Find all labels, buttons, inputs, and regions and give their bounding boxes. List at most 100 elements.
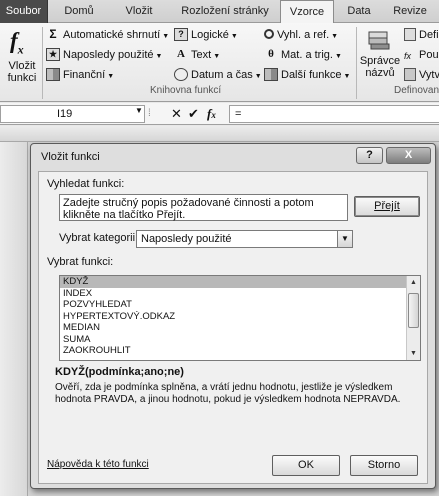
ribbon-separator [42,27,43,99]
function-label: Vybrat funkci: [47,256,114,268]
create-from-selection-label: Vytv [419,69,439,81]
fx-small-icon: fx [404,50,412,61]
text-button[interactable]: A Text ▼ [174,47,220,64]
define-name-label: Defi [419,29,439,41]
search-input[interactable]: Zadejte stručný popis požadované činnost… [59,194,348,221]
name-box-dropdown-icon[interactable]: ▼ [135,106,143,115]
financial-button[interactable]: Finanční ▼ [46,67,114,84]
row-header [0,142,28,496]
use-in-formula-button[interactable]: fx Pou [404,47,439,64]
column-header [0,126,439,142]
scroll-thumb[interactable] [408,293,419,328]
group-caption-defined: Definovan [394,85,439,96]
list-item[interactable]: HYPERTEXTOVÝ.ODKAZ [60,311,406,323]
date-time-button[interactable]: Datum a čas ▼ [174,67,262,84]
financial-book-icon [46,67,60,81]
lookup-reference-button[interactable]: Vyhl. a ref. ▼ [264,27,338,44]
ok-button[interactable]: OK [272,455,340,476]
tab-home[interactable]: Domů [52,0,106,23]
tab-formulas[interactable]: Vzorce [280,0,334,24]
question-book-icon: ? [174,27,188,41]
define-name-button[interactable]: Defi [404,27,439,44]
insert-function-label-1: Vložit [8,60,36,72]
financial-label: Finanční [63,69,106,81]
chevron-down-icon: ▼ [230,33,238,40]
chevron-down-icon: ▼ [254,73,262,80]
autosum-label: Automatické shrnutí [63,29,161,41]
name-manager-label-1: Správce [359,55,401,67]
insert-function-button[interactable]: Vložit funkci [4,60,40,84]
list-item[interactable]: INDEX [60,288,406,300]
list-item[interactable]: SUMA [60,334,406,346]
dialog-body: Vyhledat funkci: Zadejte stručný popis p… [38,171,428,484]
group-caption-library: Knihovna funkcí [150,85,222,96]
sigma-icon: Σ [49,26,57,41]
autosum-button[interactable]: Σ Automatické shrnutí ▼ [46,27,169,44]
list-item[interactable]: POZVYHLEDAT [60,299,406,311]
category-label: Vybrat kategorii: [59,232,139,244]
search-label: Vyhledat funkci: [47,178,125,190]
cancel-button[interactable]: Storno [350,455,418,476]
insert-function-small-icon[interactable]: fx [207,105,216,124]
magnifier-icon [264,29,274,40]
recently-used-label: Naposledy použité [63,49,154,61]
more-functions-icon [264,67,278,81]
function-list[interactable]: KDYŽ INDEX POZVYHLEDAT HYPERTEXTOVÝ.ODKA… [59,275,421,361]
chevron-down-icon: ▼ [162,33,170,40]
name-manager-label-2: názvů [365,67,395,79]
math-trig-button[interactable]: θ Mat. a trig. ▼ [264,47,342,64]
formula-input[interactable]: = [229,105,439,123]
ribbon-tab-bar: Soubor Domů Vložit Rozložení stránky Vzo… [0,0,439,24]
chevron-down-icon: ▼ [343,73,351,80]
list-item[interactable]: MEDIAN [60,322,406,334]
category-value: Naposledy použité [141,233,232,245]
chevron-down-icon: ▼ [107,73,115,80]
insert-function-icon[interactable]: fx [10,29,36,61]
list-item[interactable]: KDYŽ [60,276,406,288]
grid-icon [404,67,416,81]
tab-data[interactable]: Data [336,0,382,23]
ribbon-separator [356,27,357,99]
insert-function-label-2: funkci [7,72,37,84]
chevron-down-icon: ▼ [155,53,163,60]
name-box[interactable]: I19 [0,105,145,123]
math-trig-label: Mat. a trig. [281,49,333,61]
function-syntax: KDYŽ(podmínka;ano;ne) [55,366,184,378]
tab-page-layout[interactable]: Rozložení stránky [172,0,278,23]
create-from-selection-button[interactable]: Vytv [404,67,439,84]
scroll-up-icon[interactable]: ▲ [407,276,420,289]
tab-file[interactable]: Soubor [0,0,48,23]
list-item[interactable]: ZAOKROUHLIT [60,345,406,357]
cancel-entry-icon[interactable]: ✕ [171,105,182,122]
tab-insert[interactable]: Vložit [108,0,170,23]
tab-review[interactable]: Revize [384,0,436,23]
scroll-down-icon[interactable]: ▼ [407,347,420,360]
function-description: Ověří, zda je podmínka splněna, a vrátí … [55,382,401,405]
tag-icon [404,27,416,41]
text-label: Text [191,49,212,61]
recently-used-button[interactable]: ★ Naposledy použité ▼ [46,47,162,64]
formula-bar-grip-icon: ⁞ [148,108,151,119]
text-a-icon: A [177,47,185,60]
more-functions-button[interactable]: Další funkce ▼ [264,67,350,84]
chevron-down-icon[interactable]: ▼ [337,231,352,247]
go-button[interactable]: Přejít [354,196,420,217]
formula-bar: I19 = [0,103,439,125]
lookup-reference-label: Vyhl. a ref. [277,29,330,41]
category-select[interactable]: Naposledy použité ▼ [136,230,353,248]
confirm-entry-icon[interactable]: ✔ [188,105,199,122]
go-button-label: Přejít [374,200,400,212]
chevron-down-icon: ▼ [213,53,221,60]
dialog-title: Vložit funkci [41,151,100,163]
list-scrollbar[interactable]: ▲ ▼ [406,276,420,360]
star-book-icon: ★ [46,47,60,61]
name-manager-button[interactable]: Správce názvů [358,55,402,79]
chevron-down-icon: ▼ [331,33,339,40]
logical-button[interactable]: ? Logické ▼ [174,27,238,44]
help-button[interactable]: ? [356,147,383,164]
name-manager-icon[interactable] [367,30,391,50]
more-functions-label: Další funkce [281,69,342,81]
help-link[interactable]: Nápověda k této funkci [47,459,149,470]
theta-icon: θ [268,47,274,60]
close-button[interactable]: X [386,147,431,164]
